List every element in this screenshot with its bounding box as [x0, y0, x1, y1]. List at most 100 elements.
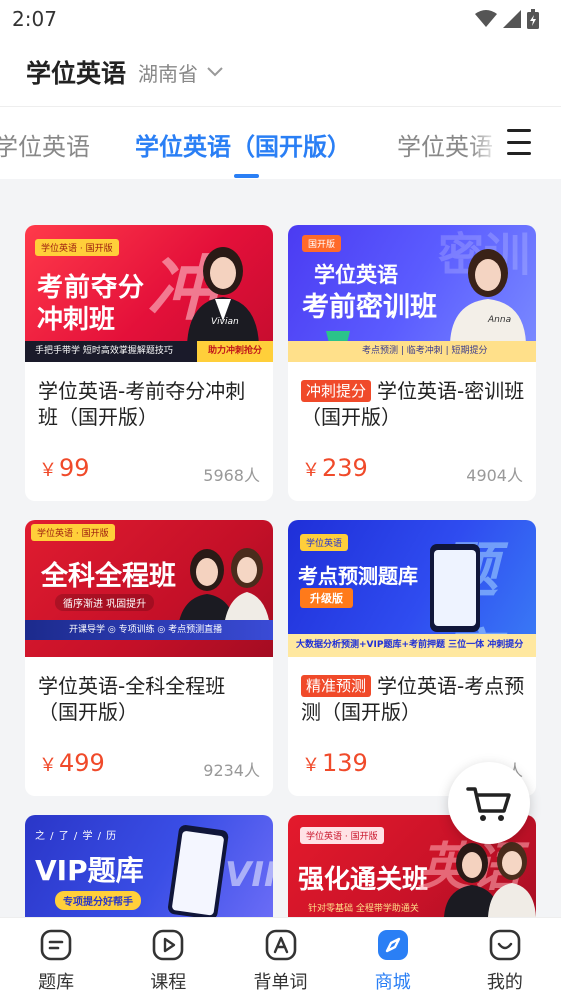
buyer-count: 9234人	[203, 761, 260, 780]
currency-symbol: ￥	[302, 460, 320, 481]
phone-mockup-icon	[430, 544, 480, 632]
product-info: 学位英语-考前夺分冲刺班（国开版） ￥99 5968人	[25, 362, 273, 501]
product-info: 学位英语-全科全程班（国开版） ￥499 9234人	[25, 657, 273, 796]
banner-headline: 全科全程班	[41, 561, 176, 592]
product-price: ￥139	[302, 749, 368, 777]
banner-headline: 强化通关班	[298, 865, 429, 895]
menu-line-icon	[507, 129, 531, 132]
currency-symbol: ￥	[39, 460, 57, 481]
banner-watermark: VIP	[225, 855, 273, 895]
product-title: 学位英语-全科全程班（国开版）	[38, 673, 262, 725]
tab-degree-english-ou[interactable]: 学位英语（国开版）	[135, 127, 351, 162]
nav-item-course[interactable]: 课程	[112, 918, 224, 999]
banner-strip: 大数据分析预测+VIP题库+考前押题 三位一体 冲刺提分	[288, 634, 536, 657]
nav-item-profile[interactable]: 我的	[449, 918, 561, 999]
banner-strip: 开课导学 ◎ 专项训练 ◎ 考点预测直播	[25, 620, 273, 640]
currency-symbol: ￥	[302, 755, 320, 776]
category-tabs: 学位英语 学位英语（国开版） 学位英语	[0, 107, 561, 179]
banner-badge: 学位英语 · 国开版	[35, 239, 119, 256]
nav-label: 课程	[150, 972, 187, 993]
nav-label: 题库	[38, 972, 75, 993]
product-title-text: 学位英语-考前夺分冲刺班（国开版）	[38, 379, 246, 429]
phone-mockup-icon	[168, 825, 229, 917]
buyer-count: 5968人	[203, 466, 260, 485]
product-tag: 冲刺提分	[301, 380, 372, 402]
banner-badge: 学位英语 · 国开版	[300, 827, 384, 844]
banner-badge: 学位英语 · 国开版	[31, 524, 115, 541]
menu-button[interactable]	[504, 125, 534, 159]
price-value: 499	[59, 749, 105, 777]
mall-compass-icon	[377, 930, 408, 960]
tab-fade	[470, 107, 500, 179]
price-value: 139	[322, 749, 368, 777]
product-title-text: 学位英语-全科全程班（国开版）	[38, 674, 226, 724]
buyer-count: 4904人	[466, 466, 523, 485]
banner-headline: 冲刺班	[37, 305, 116, 335]
cart-button[interactable]	[448, 762, 530, 844]
product-banner: 学位英语 · 国开版 全科全程班 循序渐进 巩固提升 开课导学 ◎ 专项训练 ◎…	[25, 520, 273, 657]
banner-pill: 专项提分好帮手	[55, 891, 141, 910]
product-banner: 学位英语 · 国开版 考前夺分 冲刺班 冲刺 Vivian 手把手带学 短时高效…	[25, 225, 273, 362]
product-banner: 之 / 了 / 学 / 历 VIP题库 专项提分好帮手 VIP	[25, 815, 273, 917]
teacher-photo	[187, 247, 259, 345]
product-price: ￥99	[39, 454, 90, 482]
price-value: 239	[322, 454, 368, 482]
product-title: 冲刺提分 学位英语-密训班（国开版）	[301, 378, 525, 430]
vocabulary-icon	[265, 929, 296, 961]
banner-badge: 学位英语	[300, 534, 349, 551]
product-price: ￥239	[302, 454, 368, 482]
product-price: ￥499	[39, 749, 105, 777]
course-play-icon	[152, 929, 184, 961]
product-info: 冲刺提分 学位英语-密训班（国开版） ￥239 4904人	[288, 362, 536, 501]
teacher-photo	[450, 249, 526, 343]
tab-degree-english[interactable]: 学位英语	[0, 127, 90, 162]
product-title: 精准预测 学位英语-考点预测（国开版）	[301, 673, 525, 725]
bottom-nav: 题库 课程 背单词 商城 我的	[0, 917, 561, 999]
chevron-down-icon	[207, 67, 223, 77]
product-tag: 精准预测	[301, 675, 372, 697]
menu-line-icon	[507, 140, 531, 144]
banner-strip: 针对零基础 全程带学助通关	[308, 904, 419, 914]
battery-icon	[527, 9, 539, 29]
top-header: 学位英语 湖南省	[0, 38, 561, 106]
product-banner: 国开版 学位英语 考前密训班 密训 Anna 考点预测 | 临考冲刺 | 短期提…	[288, 225, 536, 362]
nav-item-question-bank[interactable]: 题库	[0, 918, 112, 999]
question-bank-icon	[40, 929, 72, 961]
province-label: 湖南省	[138, 61, 199, 86]
product-card[interactable]: 国开版 学位英语 考前密训班 密训 Anna 考点预测 | 临考冲刺 | 短期提…	[288, 225, 536, 501]
page-title: 学位英语	[26, 59, 127, 88]
product-card[interactable]: 之 / 了 / 学 / 历 VIP题库 专项提分好帮手 VIP	[25, 815, 273, 917]
price-value: 99	[59, 454, 90, 482]
teacher-photo	[444, 842, 536, 917]
profile-smile-icon	[489, 929, 521, 961]
product-card[interactable]: 学位英语 · 国开版 考前夺分 冲刺班 冲刺 Vivian 手把手带学 短时高效…	[25, 225, 273, 501]
banner-badge: 国开版	[302, 235, 342, 252]
product-card[interactable]: 学位英语 考点预测题库 升级版 题库 大数据分析预测+VIP题库+考前押题 三位…	[288, 520, 536, 796]
banner-headline: 考前密训班	[302, 292, 437, 323]
product-title: 学位英语-考前夺分冲刺班（国开版）	[38, 378, 262, 430]
nav-label: 商城	[374, 972, 411, 993]
status-icons	[475, 9, 539, 29]
signature-text: Vivian	[211, 317, 239, 327]
currency-symbol: ￥	[39, 755, 57, 776]
nav-label: 背单词	[253, 972, 308, 993]
status-time: 2:07	[12, 7, 57, 31]
banner-strip-highlight: 助力冲刺抢分	[197, 341, 273, 362]
banner-strip: 考点预测 | 临考冲刺 | 短期提分	[288, 341, 536, 362]
active-tab-indicator	[234, 174, 259, 178]
banner-brand: 之 / 了 / 学 / 历	[35, 831, 118, 842]
wifi-icon	[475, 10, 497, 27]
shopping-cart-icon	[466, 787, 511, 821]
nav-item-vocabulary[interactable]: 背单词	[224, 918, 336, 999]
menu-line-icon	[507, 152, 531, 155]
nav-item-mall[interactable]: 商城	[337, 918, 449, 999]
signature-text: Anna	[488, 315, 512, 325]
nav-label: 我的	[486, 972, 523, 993]
signal-icon	[503, 10, 521, 28]
province-selector[interactable]: 湖南省	[138, 58, 224, 87]
banner-headline: VIP题库	[35, 854, 144, 887]
product-card[interactable]: 学位英语 · 国开版 全科全程班 循序渐进 巩固提升 开课导学 ◎ 专项训练 ◎…	[25, 520, 273, 796]
banner-strip-text: 手把手带学 短时高效掌握解题技巧	[35, 346, 173, 356]
banner-pill: 升级版	[300, 588, 353, 608]
banner-subtitle: 循序渐进 巩固提升	[55, 594, 155, 611]
